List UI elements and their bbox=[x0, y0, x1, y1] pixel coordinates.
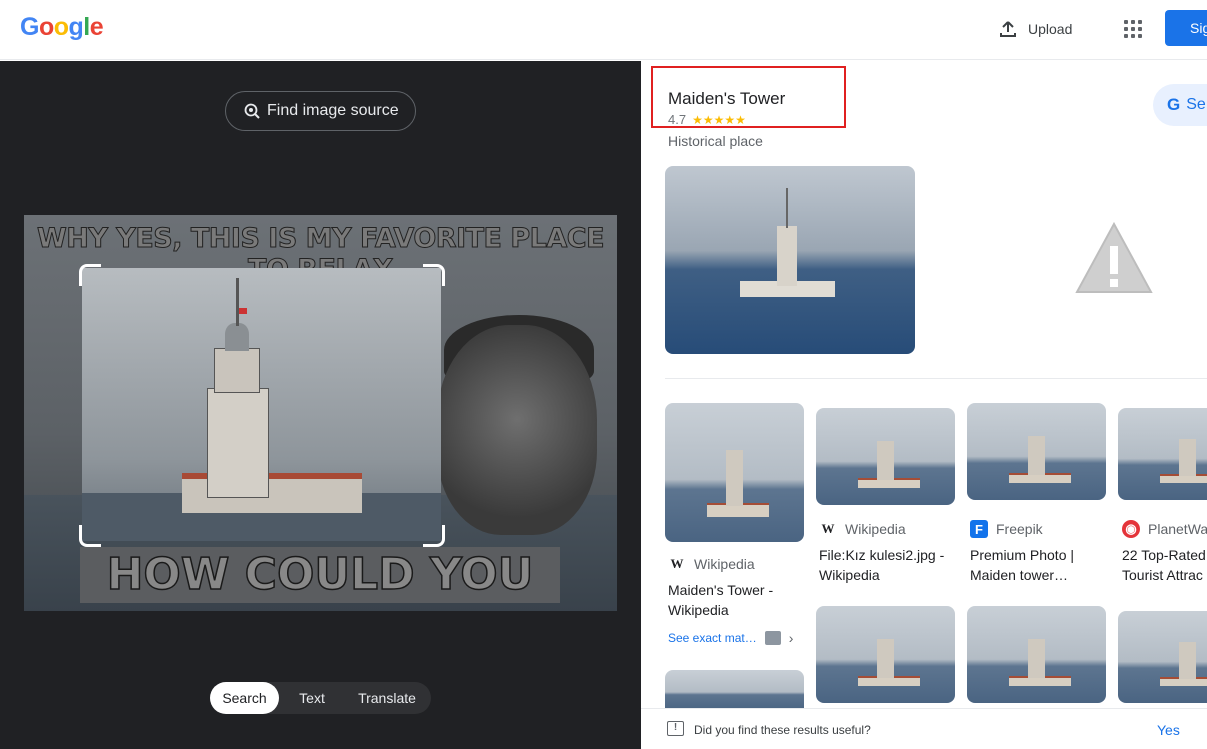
tab-search[interactable]: Search bbox=[210, 682, 279, 714]
hero-tower bbox=[777, 226, 797, 286]
exact-match-thumbnail bbox=[764, 631, 781, 645]
result-title[interactable]: Maiden's Tower - Wikipedia bbox=[668, 580, 806, 620]
see-exact-matches-label: See exact mat… bbox=[668, 631, 757, 645]
upload-icon bbox=[1000, 21, 1016, 37]
result-title[interactable]: File:Kız kulesi2.jpg - Wikipedia bbox=[819, 545, 957, 585]
lens-search-icon bbox=[244, 103, 260, 119]
rating-value: 4.7 bbox=[668, 112, 687, 127]
result-thumbnail[interactable] bbox=[665, 670, 804, 710]
crop-handle-top-left[interactable] bbox=[79, 264, 101, 286]
feedback-yes-button[interactable]: Yes bbox=[1157, 722, 1180, 738]
crop-selection[interactable] bbox=[82, 268, 441, 541]
result-source[interactable]: W Wikipedia bbox=[668, 555, 755, 573]
tower-dome bbox=[225, 323, 249, 351]
logo-letter: e bbox=[89, 13, 104, 41]
upload-label: Upload bbox=[1028, 21, 1073, 37]
result-source[interactable]: W Wikipedia bbox=[819, 520, 906, 538]
wikipedia-icon: W bbox=[670, 556, 684, 571]
tab-translate[interactable]: Translate bbox=[345, 682, 429, 714]
result-source[interactable]: ◉ PlanetWa bbox=[1122, 520, 1207, 538]
google-g-icon: G bbox=[1167, 95, 1181, 114]
logo-letter: o bbox=[53, 13, 69, 41]
result-source-label: Wikipedia bbox=[694, 556, 755, 572]
wikipedia-icon: W bbox=[821, 521, 835, 536]
tower-spire bbox=[236, 278, 239, 326]
hero-spire bbox=[786, 188, 788, 228]
meme-face bbox=[437, 325, 597, 535]
google-apps-icon[interactable] bbox=[1120, 16, 1146, 42]
entity-rating: 4.7 ★★★★★ bbox=[668, 112, 746, 127]
result-thumbnail[interactable] bbox=[816, 408, 955, 505]
feedback-bar: ! Did you find these results useful? Yes bbox=[641, 708, 1207, 749]
result-title[interactable]: Premium Photo | Maiden tower… bbox=[970, 545, 1108, 585]
query-image[interactable]: WHY YES, THIS IS MY FAVORITE PLACE TO RE… bbox=[24, 215, 617, 611]
result-thumbnail[interactable] bbox=[665, 403, 804, 542]
crop-handle-bottom-left[interactable] bbox=[79, 525, 101, 547]
lens-image-panel: Find image source WHY YES, THIS IS MY FA… bbox=[0, 61, 641, 749]
result-source-label: Freepik bbox=[996, 521, 1043, 537]
result-thumbnail[interactable] bbox=[967, 403, 1106, 500]
crop-handle-top-right[interactable] bbox=[423, 264, 445, 286]
entity-title[interactable]: Maiden's Tower bbox=[668, 89, 785, 109]
result-source[interactable]: F Freepik bbox=[970, 520, 1043, 538]
tower-body bbox=[207, 388, 269, 498]
broken-image-icon bbox=[1075, 221, 1153, 293]
top-bar: Google Upload Sig bbox=[0, 0, 1207, 60]
tab-text[interactable]: Text bbox=[279, 682, 345, 714]
results-panel: Maiden's Tower 4.7 ★★★★★ Historical plac… bbox=[641, 61, 1207, 749]
planetware-icon: ◉ bbox=[1122, 520, 1140, 538]
tower-flag bbox=[239, 308, 247, 314]
find-image-source-label: Find image source bbox=[267, 102, 399, 119]
logo-letter: g bbox=[68, 13, 84, 41]
logo-letter: o bbox=[38, 13, 54, 41]
feedback-icon: ! bbox=[667, 721, 684, 736]
logo-letter: G bbox=[20, 13, 39, 41]
entity-photo[interactable] bbox=[665, 166, 915, 354]
entity-type: Historical place bbox=[668, 133, 763, 149]
divider bbox=[665, 378, 1207, 379]
meme-bottom-caption: HOW COULD YOU TELL? bbox=[80, 547, 560, 611]
rating-stars-icon: ★★★★★ bbox=[692, 112, 746, 127]
find-image-source-button[interactable]: Find image source bbox=[225, 91, 416, 131]
tower-mid bbox=[214, 348, 260, 393]
chevron-right-icon: › bbox=[788, 630, 794, 646]
result-thumbnail[interactable] bbox=[1118, 408, 1207, 500]
result-thumbnail[interactable] bbox=[1118, 611, 1207, 703]
see-results-label: Se bbox=[1186, 96, 1206, 113]
result-thumbnail[interactable] bbox=[967, 606, 1106, 703]
freepik-icon: F bbox=[970, 520, 988, 538]
result-source-label: Wikipedia bbox=[845, 521, 906, 537]
crop-handle-bottom-right[interactable] bbox=[423, 525, 445, 547]
result-thumbnail[interactable] bbox=[816, 606, 955, 703]
feedback-question: Did you find these results useful? bbox=[694, 723, 871, 737]
sign-in-button[interactable]: Sig bbox=[1165, 10, 1207, 46]
upload-button[interactable]: Upload bbox=[992, 14, 1078, 44]
sign-in-label: Sig bbox=[1190, 20, 1207, 36]
lens-mode-tabs: Search Text Translate bbox=[210, 682, 431, 714]
see-results-button[interactable]: G Se bbox=[1153, 84, 1207, 126]
result-source-label: PlanetWa bbox=[1148, 521, 1207, 537]
result-title[interactable]: 22 Top-Rated Tourist Attrac bbox=[1122, 545, 1207, 585]
see-exact-matches-link[interactable]: See exact mat… › bbox=[668, 630, 793, 646]
google-logo[interactable]: Google bbox=[20, 13, 104, 42]
